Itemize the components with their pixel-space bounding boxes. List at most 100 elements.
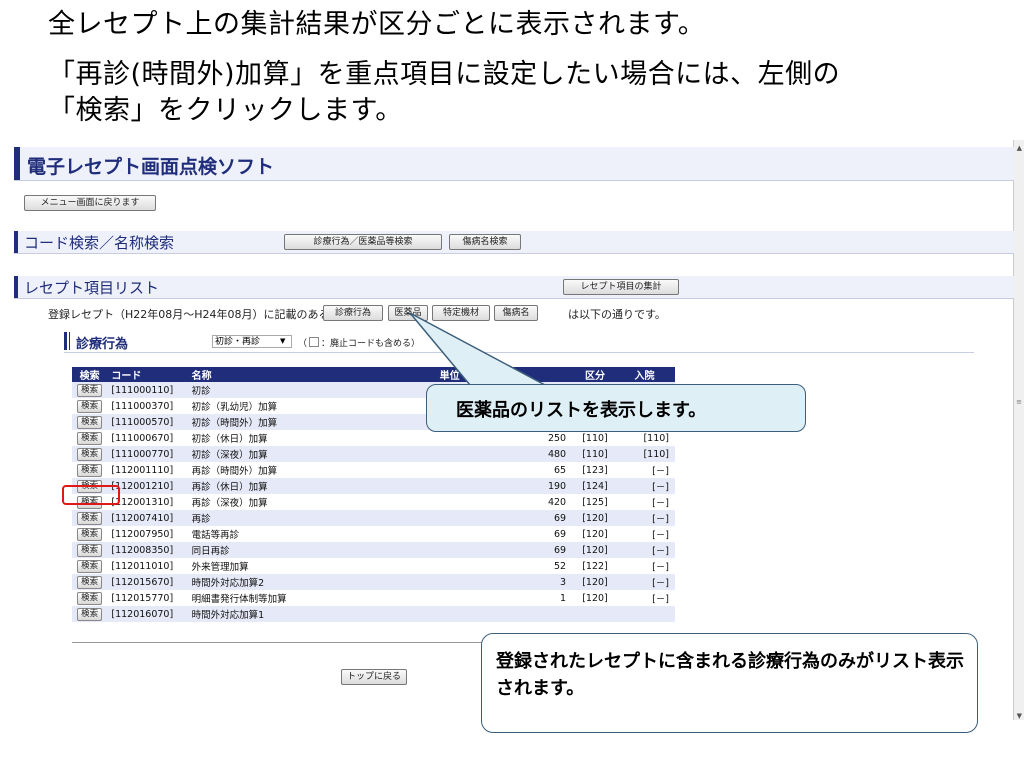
code-cell: [111000770] <box>107 446 188 462</box>
search-button-cell: 検索 <box>72 510 108 526</box>
medicine-callout-text: 医薬品のリストを表示します。 <box>456 400 707 421</box>
table-row: 検索 [112008350] 同日再診 69 [120] [－] <box>72 542 675 558</box>
unit-cell: 3 <box>381 574 571 590</box>
inpatient-cell: [－] <box>619 462 675 478</box>
category-cell: [120] <box>570 542 620 558</box>
row-search-button[interactable]: 検索 <box>77 463 103 477</box>
unit-cell <box>381 606 571 622</box>
table-row: 検索 [112015770] 明細書発行体制等加算 1 [120] [－] <box>72 590 675 606</box>
name-cell: 明細書発行体制等加算 <box>187 590 382 606</box>
chevron-down-icon[interactable]: ▼ <box>280 335 285 348</box>
row-search-button[interactable]: 検索 <box>77 575 103 589</box>
row-search-button[interactable]: 検索 <box>77 399 103 413</box>
table-row: 検索 [111000670] 初診（休日）加算 250 [110] [110] <box>72 430 675 446</box>
abolished-code-note: （ ：廃止コードも含める） <box>298 336 420 349</box>
search-button-cell: 検索 <box>72 542 108 558</box>
unit-cell: 69 <box>381 510 571 526</box>
receipt-summary-button[interactable]: レセプト項目の集計 <box>563 279 679 295</box>
name-cell: 電話等再診 <box>187 526 382 542</box>
row-search-button[interactable]: 検索 <box>77 447 103 461</box>
search-button-cell: 検索 <box>72 382 108 398</box>
unit-cell: 52 <box>381 558 571 574</box>
row-search-button[interactable]: 検索 <box>77 527 103 541</box>
unit-cell: 69 <box>381 542 571 558</box>
header-inpatient: 入院 <box>619 367 675 382</box>
unit-cell: 250 <box>381 430 571 446</box>
search-button-cell: 検索 <box>72 558 108 574</box>
abolished-note-prefix: （ <box>298 339 308 349</box>
slide-text-line-1: 全レセプト上の集計結果が区分ごとに表示されます。 <box>48 9 706 40</box>
name-cell: 時間外対応加算1 <box>187 606 382 622</box>
unit-cell: 420 <box>381 494 571 510</box>
type-button-medical-practice[interactable]: 診療行為 <box>323 305 383 321</box>
category-cell: [125] <box>570 494 620 510</box>
name-cell: 外来管理加算 <box>187 558 382 574</box>
inpatient-cell: [－] <box>619 478 675 494</box>
category-cell: [124] <box>570 478 620 494</box>
slide-text-line-2: 「再診(時間外)加算」を重点項目に設定したい場合には、左側の <box>48 59 841 90</box>
code-cell: [112015770] <box>107 590 188 606</box>
search-button-cell: 検索 <box>72 574 108 590</box>
search-button-cell: 検索 <box>72 446 108 462</box>
name-cell: 再診（時間外）加算 <box>187 462 382 478</box>
code-cell: [112007410] <box>107 510 188 526</box>
category-cell: [123] <box>570 462 620 478</box>
search-button-cell: 検索 <box>72 414 108 430</box>
code-cell: [111000670] <box>107 430 188 446</box>
row-search-button[interactable]: 検索 <box>77 383 103 397</box>
scroll-grip-icon[interactable]: ≡ <box>1016 398 1022 406</box>
unit-cell: 190 <box>381 478 571 494</box>
subsection-divider <box>64 352 974 353</box>
abolished-code-checkbox[interactable] <box>309 337 320 347</box>
search-button-cell: 検索 <box>72 590 108 606</box>
unit-cell: 65 <box>381 462 571 478</box>
category-cell: [120] <box>570 574 620 590</box>
code-search-accent <box>14 231 18 253</box>
registered-receipt-suffix: は以下の通りです。 <box>568 308 666 321</box>
medical-drug-search-button[interactable]: 診療行為／医薬品等検索 <box>284 234 442 250</box>
row-search-button[interactable]: 検索 <box>77 431 103 445</box>
unit-cell: 1 <box>381 590 571 606</box>
app-title: 電子レセプト画面点検ソフト <box>27 156 275 178</box>
vertical-scrollbar[interactable] <box>1013 140 1024 720</box>
category-cell: [110] <box>570 446 620 462</box>
type-button-special-material[interactable]: 特定機材 <box>432 305 490 321</box>
type-button-medicine[interactable]: 医薬品 <box>388 305 428 321</box>
category-cell: [120] <box>570 590 620 606</box>
inpatient-cell <box>619 606 675 622</box>
scroll-up-icon[interactable]: ▲ <box>1017 144 1022 152</box>
name-cell: 初診（乳幼児）加算 <box>187 398 382 414</box>
inpatient-cell: [－] <box>619 558 675 574</box>
inpatient-cell: [－] <box>619 574 675 590</box>
inpatient-cell: [110] <box>619 430 675 446</box>
type-button-disease-name[interactable]: 傷病名 <box>494 305 538 321</box>
registered-receipt-text: 登録レセプト（H22年08月～H24年08月）に記載のある <box>48 308 330 321</box>
name-cell: 再診（深夜）加算 <box>187 494 382 510</box>
row-search-button[interactable]: 検索 <box>77 559 103 573</box>
receipt-list-accent <box>14 276 18 298</box>
inpatient-cell: [－] <box>619 494 675 510</box>
row-search-button[interactable]: 検索 <box>77 607 103 621</box>
category-cell: [122] <box>570 558 620 574</box>
name-cell: 再診 <box>187 510 382 526</box>
table-row: 検索 [112001110] 再診（時間外）加算 65 [123] [－] <box>72 462 675 478</box>
table-row: 検索 [112007950] 電話等再診 69 [120] [－] <box>72 526 675 542</box>
row-search-button[interactable]: 検索 <box>77 591 103 605</box>
search-button-cell: 検索 <box>72 526 108 542</box>
row-search-button[interactable]: 検索 <box>77 511 103 525</box>
header-category: 区分 <box>570 367 620 382</box>
code-cell: [112007950] <box>107 526 188 542</box>
code-cell: [112011010] <box>107 558 188 574</box>
row-search-button[interactable]: 検索 <box>77 415 103 429</box>
menu-return-button[interactable]: メニュー画面に戻ります <box>24 195 156 211</box>
table-row: 検索 [112016070] 時間外対応加算1 <box>72 606 675 622</box>
table-header-row: 検索 コード 名称 単位 区分 入院 <box>72 367 675 382</box>
back-to-top-button[interactable]: トップに戻る <box>341 669 407 685</box>
search-button-cell: 検索 <box>72 462 108 478</box>
disease-name-search-button[interactable]: 傷病名検索 <box>449 234 521 250</box>
code-cell: [112015670] <box>107 574 188 590</box>
search-button-cell: 検索 <box>72 606 108 622</box>
row-search-button[interactable]: 検索 <box>77 543 103 557</box>
inpatient-cell: [－] <box>619 526 675 542</box>
scroll-down-icon[interactable]: ▼ <box>1017 712 1022 720</box>
